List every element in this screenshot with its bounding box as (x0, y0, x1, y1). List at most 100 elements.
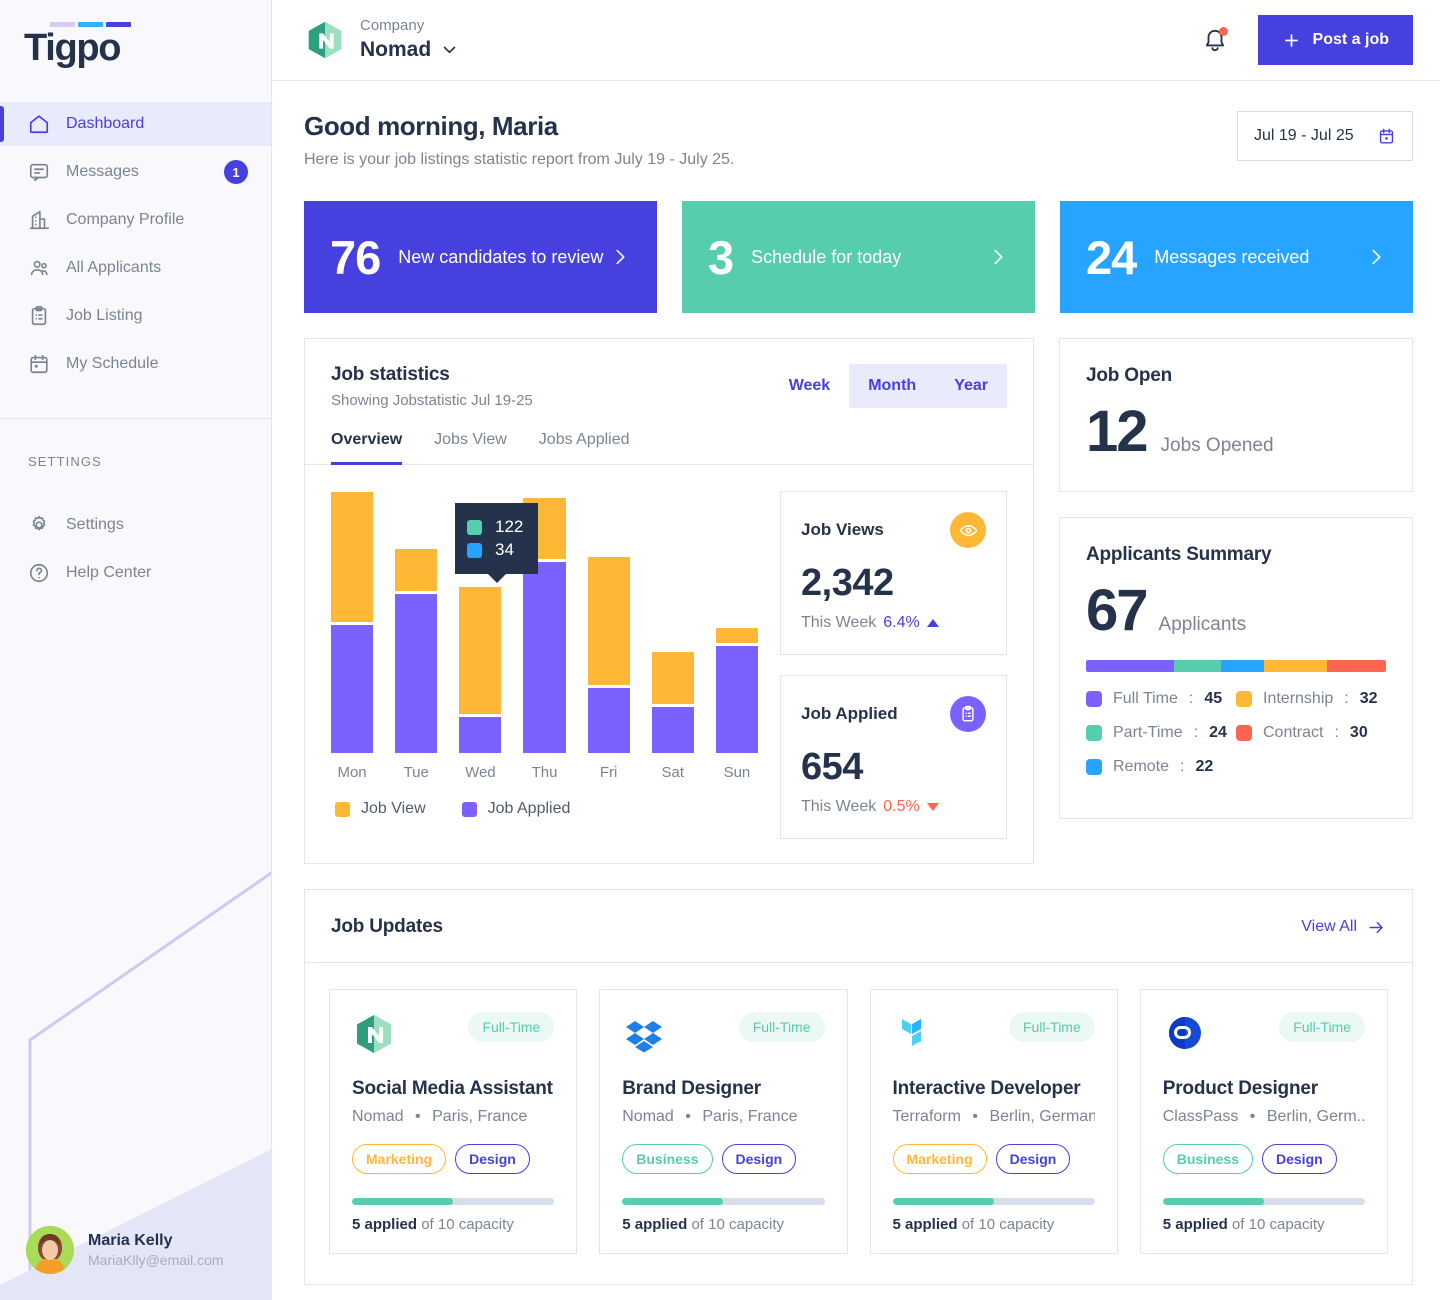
job-pill[interactable]: Marketing (352, 1144, 447, 1175)
capacity-label: of 10 capacity (1231, 1216, 1325, 1234)
job-pill[interactable]: Design (721, 1144, 797, 1175)
job-card-brand-designer[interactable]: Full-Time Brand Designer Nomad • Paris, … (599, 989, 848, 1255)
job-location: Paris, France (702, 1108, 798, 1126)
applicants-segment-full-time (1086, 660, 1175, 672)
applied-count: 5 applied (1162, 1216, 1228, 1234)
job-pill[interactable]: Business (1162, 1144, 1253, 1175)
legend-label: Contract (1263, 724, 1324, 741)
job-statistics-panel: Job statistics Showing Jobstatistic Jul … (304, 338, 1034, 864)
terraform-logo-icon (901, 1019, 921, 1046)
trend-down-icon (926, 803, 939, 811)
bar-segment-job-view (651, 651, 694, 704)
job-applied-header: Job Applied (801, 696, 986, 732)
job-updates-grid: Full-Time Social Media Assistant Nomad •… (305, 963, 1412, 1284)
capacity-text: 5 applied of 10 capacity (622, 1216, 824, 1233)
sidebar-item-settings[interactable]: Settings (0, 503, 271, 547)
user-profile[interactable]: Maria Kelly MariaKlly@email.com (26, 1226, 224, 1274)
tooltip-swatch (467, 542, 482, 558)
job-pill[interactable]: Business (622, 1144, 713, 1175)
chart-x-axis: Mon Tue Wed Thu Fri Sat Sun (331, 764, 758, 781)
stat-card-schedule-today[interactable]: 3 Schedule for today (682, 201, 1035, 313)
chart-area: Mon Tue Wed Thu Fri Sat Sun Job View Job Appli… (305, 465, 1033, 863)
bar-column-tue[interactable] (395, 491, 438, 753)
job-location: Paris, France (432, 1108, 528, 1126)
job-open-label: Jobs Opened (1160, 435, 1274, 456)
sidebar-item-company-profile[interactable]: Company Profile (0, 198, 271, 242)
applicants-stacked-bar (1086, 660, 1386, 672)
bar-segment-job-applied (651, 706, 694, 753)
chart-side-cards: Job Views 2,342 This Week 6.4% Job Appli… (780, 491, 1007, 839)
bar-column-sun[interactable] (715, 491, 758, 753)
logo[interactable]: Tigpo (24, 22, 131, 67)
stat-card-messages-received[interactable]: 24 Messages received (1060, 201, 1413, 313)
job-company: Nomad (352, 1108, 404, 1126)
tooltip-applied-value: 34 (495, 540, 514, 559)
job-views-foot-label: This Week (801, 614, 877, 631)
job-company: Terraform (892, 1108, 961, 1126)
greeting-row: Good morning, Maria Here is your job lis… (304, 111, 1413, 169)
job-card-top: Full-Time (622, 1012, 825, 1056)
job-card-interactive-developer[interactable]: Full-Time Interactive Developer Terrafor… (869, 989, 1118, 1255)
job-card-top: Full-Time (352, 1012, 555, 1056)
chevron-down-icon[interactable] (441, 41, 458, 58)
sidebar: Tigpo Dashboard Messages 1 Company Profi… (0, 0, 272, 1300)
job-pill[interactable]: Design (455, 1144, 530, 1175)
applicants-segment-contract (1327, 660, 1386, 672)
range-option-week[interactable]: Week (769, 364, 850, 408)
bar-column-fri[interactable] (587, 491, 630, 753)
clipboard-icon (950, 696, 986, 732)
bar-column-mon[interactable] (331, 491, 374, 753)
message-icon (29, 163, 49, 182)
date-range-picker[interactable]: Jul 19 - Jul 25 (1237, 111, 1413, 161)
legend-label: Internship (1263, 690, 1334, 707)
job-applied-foot-label: This Week (801, 798, 877, 815)
bar-column-sat[interactable] (651, 491, 694, 753)
job-card-social-media-assistant[interactable]: Full-Time Social Media Assistant Nomad •… (329, 989, 578, 1255)
tab-jobs-applied[interactable]: Jobs Applied (539, 431, 630, 465)
panels-row: Job statistics Showing Jobstatistic Jul … (304, 338, 1413, 864)
view-all-link[interactable]: View All (1301, 918, 1386, 937)
chart-tooltip: 122 34 (455, 503, 539, 583)
tooltip-swatch (467, 519, 482, 535)
company-label: Company (360, 16, 425, 34)
stat-card-new-candidates[interactable]: 76 New candidates to review (304, 201, 657, 313)
range-option-month[interactable]: Month (849, 364, 935, 408)
tab-jobs-view[interactable]: Jobs View (434, 431, 507, 465)
sidebar-item-label: Help Center (66, 564, 152, 581)
sidebar-item-label: Company Profile (66, 211, 185, 228)
date-range-value: Jul 19 - Jul 25 (1254, 127, 1354, 144)
sidebar-item-my-schedule[interactable]: My Schedule (0, 342, 271, 386)
sidebar-item-label: All Applicants (66, 259, 162, 276)
x-tick-thu: Thu (531, 764, 558, 781)
job-pill[interactable]: Design (995, 1144, 1071, 1175)
post-a-job-button[interactable]: Post a job (1257, 15, 1413, 65)
user-name: Maria Kelly (88, 1231, 173, 1249)
legend-swatch (335, 801, 350, 817)
notifications-button[interactable] (1202, 27, 1228, 53)
applicants-summary-panel: Applicants Summary 67 Applicants Full Ti… (1059, 517, 1413, 819)
sidebar-item-dashboard[interactable]: Dashboard (0, 102, 271, 146)
tab-overview[interactable]: Overview (331, 431, 403, 465)
sidebar-item-label: Messages (66, 163, 139, 180)
stat-label: New candidates to review (398, 246, 604, 267)
job-pill[interactable]: Marketing (892, 1144, 987, 1175)
capacity-label: of 10 capacity (961, 1216, 1055, 1234)
sidebar-item-messages[interactable]: Messages 1 (0, 150, 271, 194)
job-updates-title: Job Updates (331, 916, 443, 937)
job-type-badge: Full-Time (1279, 1012, 1365, 1042)
company-switcher[interactable]: Company Nomad (304, 17, 458, 63)
sidebar-item-help-center[interactable]: Help Center (0, 551, 271, 595)
job-card-product-designer[interactable]: Full-Time Product Designer ClassPass • B… (1139, 989, 1388, 1255)
legend-swatch (1236, 691, 1252, 707)
job-open-value: 12 (1086, 399, 1148, 464)
post-a-job-label: Post a job (1312, 31, 1389, 48)
trend-up-icon (926, 619, 939, 627)
job-pill[interactable]: Design (1262, 1144, 1337, 1175)
page-subtitle: Here is your job listings statistic repo… (304, 151, 735, 168)
job-type-badge: Full-Time (1008, 1012, 1095, 1042)
range-option-year[interactable]: Year (935, 364, 1007, 408)
sidebar-item-job-listing[interactable]: Job Listing (0, 294, 271, 338)
capacity-progress-fill (892, 1198, 994, 1206)
job-type-badge: Full-Time (468, 1012, 555, 1042)
sidebar-item-all-applicants[interactable]: All Applicants (0, 246, 271, 290)
